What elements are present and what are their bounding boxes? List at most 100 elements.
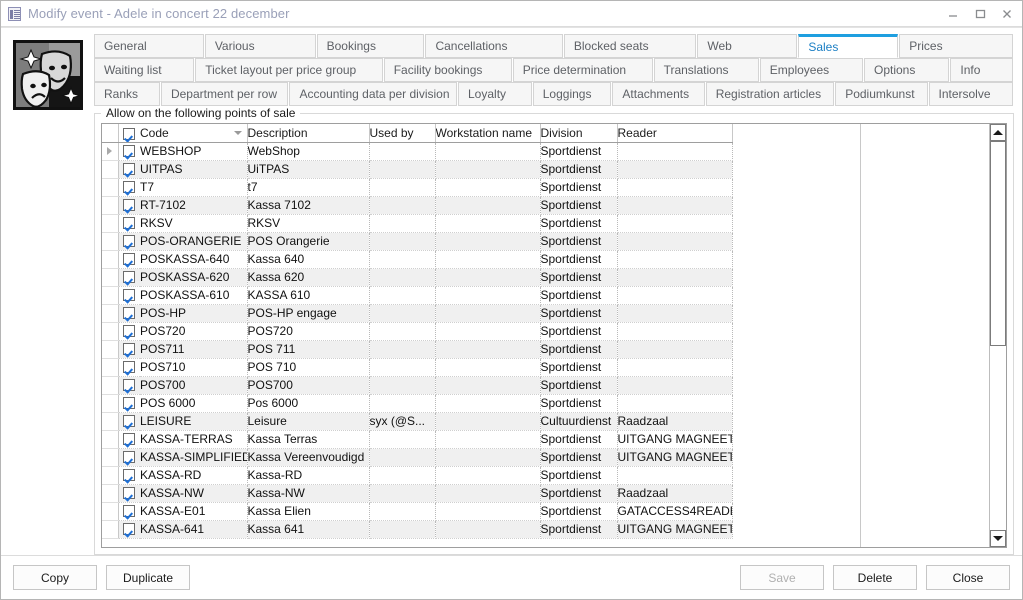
row-checkbox-cell[interactable]	[118, 358, 140, 376]
table-row[interactable]: POS720POS720Sportdienst	[102, 322, 732, 340]
select-all-checkbox[interactable]	[123, 128, 135, 140]
row-checkbox-cell[interactable]	[118, 322, 140, 340]
row-checkbox-cell[interactable]	[118, 466, 140, 484]
tab-translations[interactable]: Translations	[654, 58, 759, 82]
copy-button[interactable]: Copy	[13, 565, 97, 590]
row-checkbox-cell[interactable]	[118, 142, 140, 160]
row-marker-cell[interactable]	[102, 250, 118, 268]
row-checkbox-cell[interactable]	[118, 232, 140, 250]
table-row[interactable]: POS-ORANGERIEPOS OrangerieSportdienst	[102, 232, 732, 250]
table-row[interactable]: KASSA-RDKassa-RDSportdienst	[102, 466, 732, 484]
header-select-all-cell[interactable]	[118, 124, 140, 142]
header-code[interactable]: Code	[140, 124, 247, 142]
scroll-down-button[interactable]	[990, 530, 1006, 547]
row-marker-cell[interactable]	[102, 322, 118, 340]
table-row[interactable]: POSKASSA-640Kassa 640Sportdienst	[102, 250, 732, 268]
tab-options[interactable]: Options	[864, 58, 949, 82]
row-marker-cell[interactable]	[102, 358, 118, 376]
table-row[interactable]: KASSA-E01Kassa ElienSportdienstGATACCESS…	[102, 502, 732, 520]
table-row[interactable]: LEISURELeisuresyx (@S...CultuurdienstRaa…	[102, 412, 732, 430]
tab-podiumkunst[interactable]: Podiumkunst	[835, 82, 927, 106]
row-checkbox-cell[interactable]	[118, 268, 140, 286]
tab-various[interactable]: Various	[205, 34, 316, 58]
tab-prices[interactable]: Prices	[899, 34, 1013, 58]
table-row[interactable]: RT-7102Kassa 7102Sportdienst	[102, 196, 732, 214]
row-checkbox[interactable]	[123, 289, 135, 301]
delete-button[interactable]: Delete	[833, 565, 917, 590]
row-marker-cell[interactable]	[102, 520, 118, 538]
row-marker-cell[interactable]	[102, 196, 118, 214]
row-checkbox-cell[interactable]	[118, 394, 140, 412]
header-reader[interactable]: Reader	[617, 124, 732, 142]
row-marker-cell[interactable]	[102, 394, 118, 412]
table-row[interactable]: POS700POS700Sportdienst	[102, 376, 732, 394]
tab-sales[interactable]: Sales	[798, 34, 898, 58]
header-workstation-name[interactable]: Workstation name	[435, 124, 540, 142]
tab-employees[interactable]: Employees	[760, 58, 863, 82]
table-row[interactable]: UITPASUiTPASSportdienst	[102, 160, 732, 178]
table-row[interactable]: RKSVRKSVSportdienst	[102, 214, 732, 232]
row-marker-cell[interactable]	[102, 340, 118, 358]
row-checkbox-cell[interactable]	[118, 340, 140, 358]
row-marker-cell[interactable]	[102, 304, 118, 322]
tab-bookings[interactable]: Bookings	[317, 34, 425, 58]
tab-ranks[interactable]: Ranks	[94, 82, 160, 106]
tab-general[interactable]: General	[94, 34, 204, 58]
row-checkbox[interactable]	[123, 163, 135, 175]
table-row[interactable]: POS710POS 710Sportdienst	[102, 358, 732, 376]
row-checkbox[interactable]	[123, 181, 135, 193]
row-checkbox[interactable]	[123, 361, 135, 373]
row-checkbox-cell[interactable]	[118, 160, 140, 178]
tab-loyalty[interactable]: Loyalty	[458, 82, 532, 106]
row-marker-cell[interactable]	[102, 268, 118, 286]
row-checkbox[interactable]	[123, 451, 135, 463]
close-footer-button[interactable]: Close	[926, 565, 1010, 590]
table-row[interactable]: KASSA-641Kassa 641SportdienstUITGANG MAG…	[102, 520, 732, 538]
grid-vertical-scrollbar[interactable]	[989, 124, 1006, 547]
tab-cancellations[interactable]: Cancellations	[425, 34, 562, 58]
tab-loggings[interactable]: Loggings	[533, 82, 612, 106]
tab-facility-bookings[interactable]: Facility bookings	[384, 58, 512, 82]
scroll-up-button[interactable]	[990, 124, 1006, 141]
row-checkbox-cell[interactable]	[118, 214, 140, 232]
header-used-by[interactable]: Used by	[369, 124, 435, 142]
row-checkbox[interactable]	[123, 325, 135, 337]
row-marker-cell[interactable]	[102, 178, 118, 196]
row-checkbox[interactable]	[123, 433, 135, 445]
table-row[interactable]: POS-HPPOS-HP engageSportdienst	[102, 304, 732, 322]
row-checkbox[interactable]	[123, 415, 135, 427]
row-checkbox-cell[interactable]	[118, 376, 140, 394]
tab-price-determination[interactable]: Price determination	[513, 58, 653, 82]
row-checkbox[interactable]	[123, 469, 135, 481]
row-checkbox[interactable]	[123, 505, 135, 517]
row-marker-cell[interactable]	[102, 430, 118, 448]
row-checkbox[interactable]	[123, 199, 135, 211]
table-row[interactable]: POSKASSA-610KASSA 610Sportdienst	[102, 286, 732, 304]
row-checkbox-cell[interactable]	[118, 412, 140, 430]
row-checkbox-cell[interactable]	[118, 196, 140, 214]
row-marker-cell[interactable]	[102, 142, 118, 160]
table-row[interactable]: POSKASSA-620Kassa 620Sportdienst	[102, 268, 732, 286]
tab-intersolve[interactable]: Intersolve	[929, 82, 1014, 106]
row-marker-cell[interactable]	[102, 448, 118, 466]
row-marker-cell[interactable]	[102, 484, 118, 502]
row-marker-cell[interactable]	[102, 286, 118, 304]
header-division[interactable]: Division	[540, 124, 617, 142]
row-checkbox[interactable]	[123, 343, 135, 355]
tab-registration-articles[interactable]: Registration articles	[706, 82, 834, 106]
row-marker-cell[interactable]	[102, 160, 118, 178]
table-row[interactable]: POS 6000Pos 6000Sportdienst	[102, 394, 732, 412]
table-row[interactable]: POS711POS 711Sportdienst	[102, 340, 732, 358]
table-row[interactable]: KASSA-NWKassa-NWSportdienstRaadzaal	[102, 484, 732, 502]
scrollbar-track[interactable]	[990, 141, 1006, 530]
tab-blocked-seats[interactable]: Blocked seats	[564, 34, 697, 58]
row-marker-cell[interactable]	[102, 412, 118, 430]
maximize-button[interactable]	[966, 2, 993, 26]
row-checkbox[interactable]	[123, 379, 135, 391]
table-row[interactable]: KASSA-SIMPLIFIEDKassa VereenvoudigdSport…	[102, 448, 732, 466]
duplicate-button[interactable]: Duplicate	[106, 565, 190, 590]
row-checkbox[interactable]	[123, 487, 135, 499]
row-checkbox-cell[interactable]	[118, 286, 140, 304]
row-checkbox-cell[interactable]	[118, 502, 140, 520]
header-description[interactable]: Description	[247, 124, 369, 142]
